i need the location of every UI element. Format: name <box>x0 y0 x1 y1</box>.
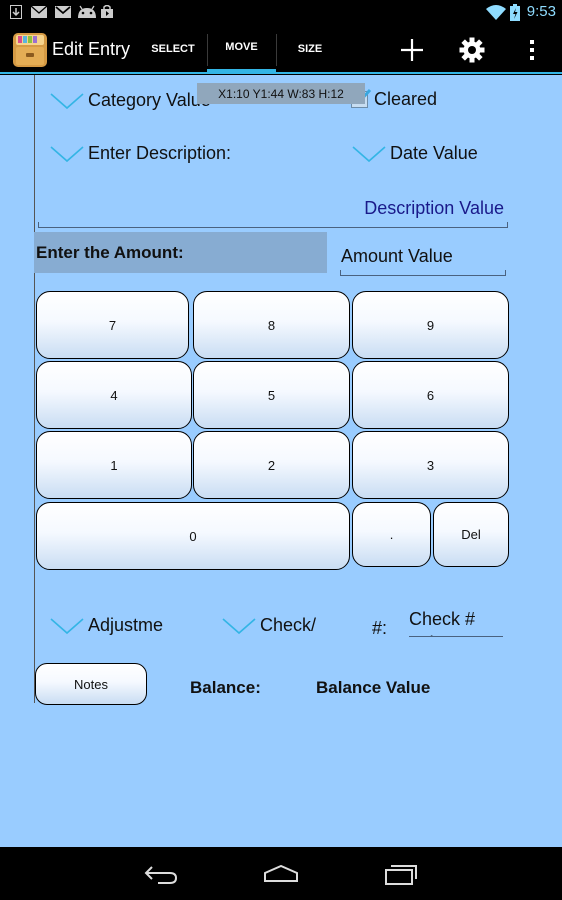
tab-select[interactable]: SELECT <box>140 25 206 73</box>
store-icon <box>101 5 113 18</box>
chevron-down-icon <box>50 617 84 634</box>
keypad-2-button[interactable]: 2 <box>193 431 350 499</box>
keypad-7-button[interactable]: 7 <box>36 291 189 359</box>
status-bar: 9:53 <box>0 0 562 25</box>
chevron-down-icon <box>50 92 84 109</box>
battery-icon <box>510 4 520 21</box>
check-number-label: #: <box>372 618 388 638</box>
app-icon[interactable] <box>12 32 48 68</box>
description-spinner-label: Enter Description: <box>88 143 232 163</box>
chevron-down-icon <box>50 145 84 162</box>
notes-button[interactable]: Notes <box>35 663 147 705</box>
check-type-value: Check/ <box>260 615 317 635</box>
action-bar-divider <box>0 72 562 74</box>
check-number-field[interactable]: Check # Value <box>409 607 503 637</box>
keypad-3-button[interactable]: 3 <box>352 431 509 499</box>
keypad-decimal-button[interactable]: . <box>352 502 431 567</box>
amount-label: Enter the Amount: <box>34 232 327 273</box>
category-spinner[interactable]: Category Value <box>50 90 211 111</box>
date-value: Date Value <box>390 143 478 163</box>
tab-select-label: SELECT <box>151 43 195 55</box>
recent-apps-icon <box>385 865 417 885</box>
adjustment-value: Adjustme <box>88 615 164 635</box>
overflow-menu-button[interactable] <box>508 25 556 75</box>
chevron-down-icon <box>222 617 256 634</box>
status-time: 9:53 <box>526 3 556 20</box>
add-icon <box>401 39 423 61</box>
check-spinner[interactable]: Check/ <box>222 615 316 636</box>
tab-size-label: SIZE <box>297 43 323 55</box>
recent-apps-button[interactable] <box>371 857 431 891</box>
edit-entry-form: Category Value Cleared X1:10 Y1:44 W:83 … <box>0 75 562 847</box>
android-icon <box>78 5 96 18</box>
keypad-0-button[interactable]: 0 <box>36 502 350 570</box>
keypad-delete-button[interactable]: Del <box>433 502 509 567</box>
home-icon <box>264 865 298 882</box>
category-value: Category Value <box>88 90 211 110</box>
balance-label: Balance: <box>190 678 261 697</box>
tab-size[interactable]: SIZE <box>277 25 343 73</box>
gmail-icon <box>55 6 71 18</box>
back-button[interactable] <box>131 857 191 891</box>
add-button[interactable] <box>388 25 436 75</box>
keypad-8-button[interactable]: 8 <box>193 291 350 359</box>
cleared-label: Cleared <box>374 89 438 109</box>
navigation-bar <box>0 847 562 900</box>
date-spinner[interactable]: Date Value <box>352 143 478 164</box>
chevron-down-icon <box>352 145 386 162</box>
keypad-1-button[interactable]: 1 <box>36 431 192 499</box>
balance-value: Balance Value <box>316 678 431 697</box>
amount-field[interactable]: Amount Value <box>340 238 506 276</box>
tab-move-label: MOVE <box>225 41 258 53</box>
keypad-5-button[interactable]: 5 <box>193 361 350 429</box>
keypad-9-button[interactable]: 9 <box>352 291 509 359</box>
description-spinner[interactable]: Enter Description: <box>50 143 231 164</box>
app-title: Edit Entry <box>52 39 131 59</box>
layout-guide-line <box>34 75 35 703</box>
action-bar: Edit Entry SELECT MOVE SIZE <box>0 25 562 75</box>
description-field[interactable]: Description Value <box>38 190 508 228</box>
keypad-4-button[interactable]: 4 <box>36 361 192 429</box>
overflow-menu-icon <box>530 40 534 60</box>
download-icon <box>10 5 22 19</box>
settings-icon <box>459 37 485 63</box>
back-icon <box>144 866 178 884</box>
wifi-icon <box>486 5 506 20</box>
home-button[interactable] <box>251 857 311 891</box>
mail-icon <box>31 5 47 18</box>
tab-move[interactable]: MOVE <box>207 25 276 73</box>
settings-button[interactable] <box>448 25 496 75</box>
adjustment-spinner[interactable]: Adjustme <box>50 615 163 636</box>
keypad-6-button[interactable]: 6 <box>352 361 509 429</box>
element-position-overlay[interactable]: X1:10 Y1:44 W:83 H:12 <box>197 83 365 104</box>
